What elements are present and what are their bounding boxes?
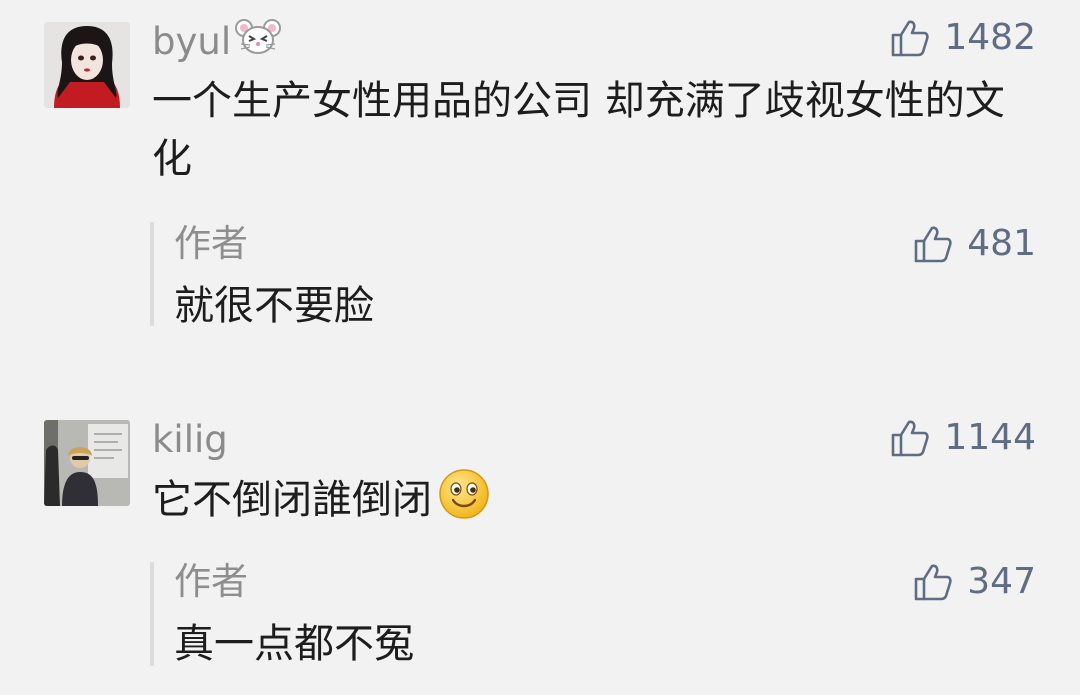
- smiley-face-icon: [438, 468, 490, 536]
- avatar[interactable]: [44, 22, 130, 108]
- reply-text: 真一点都不冤: [174, 621, 414, 667]
- reply-like-button[interactable]: 481: [913, 222, 1036, 266]
- comment-username[interactable]: kilig: [152, 418, 228, 462]
- reply-divider: [150, 222, 154, 326]
- like-button[interactable]: 1144: [890, 416, 1036, 460]
- thumbs-up-icon: [913, 562, 953, 602]
- reply-like-button[interactable]: 347: [913, 560, 1036, 604]
- thumbs-up-icon: [890, 418, 930, 458]
- thumbs-up-icon: [913, 224, 953, 264]
- like-count: 1482: [944, 17, 1036, 58]
- comment-text: 它不倒闭誰倒闭: [152, 468, 1032, 536]
- comment-item: byul 1482 一个生产女性用品的公司 却充满了歧视女性的文化 作者 481…: [0, 0, 1080, 360]
- reply-divider: [150, 562, 154, 666]
- comment-username[interactable]: byul: [152, 18, 282, 66]
- thumbs-up-icon: [890, 18, 930, 58]
- avatar[interactable]: [44, 420, 130, 506]
- reply-text: 就很不要脸: [174, 283, 374, 329]
- reply-like-count: 481: [967, 223, 1036, 264]
- like-count: 1144: [944, 417, 1036, 458]
- mouse-face-icon: [235, 18, 282, 66]
- comment-text: 一个生产女性用品的公司 却充满了歧视女性的文化: [152, 78, 1005, 182]
- reply-author[interactable]: 作者: [174, 560, 248, 604]
- comment-item: kilig 1144 它不倒闭誰倒闭 作者 347 真一点都不冤: [0, 360, 1080, 695]
- reply-author[interactable]: 作者: [174, 222, 248, 266]
- like-button[interactable]: 1482: [890, 16, 1036, 60]
- reply-like-count: 347: [967, 561, 1036, 602]
